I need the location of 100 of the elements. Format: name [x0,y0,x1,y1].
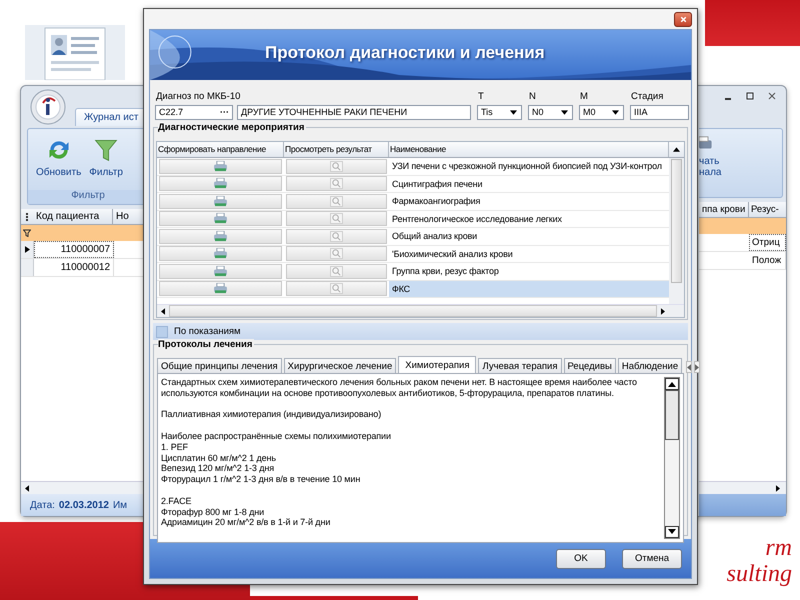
scroll-right-arrow[interactable] [661,308,665,314]
table-row[interactable]: Отриц [699,234,786,252]
view-result-button[interactable] [286,194,387,209]
dropdown[interactable]: Tis [477,105,522,120]
column-header[interactable]: Просмотреть результат [284,142,389,157]
view-result-button[interactable] [286,211,387,226]
filter-row[interactable] [699,218,786,234]
scrollbar[interactable] [664,377,680,539]
tab[interactable]: Хирургическое лечение [284,358,396,373]
table-row[interactable]: ФКС [157,280,669,298]
print-referral-button[interactable] [159,158,282,174]
table-row[interactable]: Полож [699,252,786,270]
tab[interactable]: Химиотерапия [398,356,476,373]
paragraph: 2.FACE Фторафур 800 мг 1-8 дни Адриамицин 20 мг/м^2 в/в в 1-й и 7-й дни [161,496,332,528]
table-row[interactable]: Фармакоангиография [157,193,669,210]
view-result-button[interactable] [286,176,387,192]
view-result-button[interactable] [286,158,387,174]
tab[interactable]: Наблюдение [618,358,682,373]
magnifier-icon [330,178,343,190]
view-result-button[interactable] [286,264,387,279]
table-cell: ФКС [389,280,669,297]
ribbon-button[interactable]: Фильтр [87,135,125,180]
scrollbar-thumb[interactable] [671,159,682,283]
column-header[interactable]: Наименование [389,142,669,157]
table-row[interactable]: 110000012 [21,259,144,277]
column-header[interactable]: Но [113,209,144,224]
table-row[interactable]: Сцинтиграфия печени [157,176,669,193]
print-referral-button[interactable] [159,211,282,226]
scrollbar[interactable] [21,481,144,494]
print-referral-button[interactable] [159,194,282,209]
logo-text: rm [765,535,792,561]
print-referral-button[interactable] [159,228,282,244]
browse-button[interactable]: ··· [217,106,232,119]
dropdown[interactable]: N0 [528,105,573,120]
field-label: T [477,92,485,102]
printer-icon [214,213,227,224]
print-referral-button[interactable] [159,281,282,296]
magnifier-icon [330,196,343,207]
field-label: M [579,92,589,102]
magnifier-icon [330,230,343,242]
cancel-button[interactable]: Отмена [622,548,682,568]
status-label: Дата: [30,500,55,510]
print-referral-button[interactable] [159,246,282,262]
row-indicator[interactable] [21,241,34,258]
column-chooser-icon[interactable] [25,212,29,222]
scroll-left-arrow[interactable] [25,484,29,492]
table-row[interactable]: УЗИ печени с чрезкожной пункционной биопсией под УЗИ-контрол [157,158,669,176]
scrollbar-track[interactable] [669,158,684,304]
column-header[interactable]: Код пациента [33,209,113,224]
diagnosis-field[interactable]: ДРУГИЕ УТОЧНЕННЫЕ РАКИ ПЕЧЕНИ [237,105,471,120]
scrollbar[interactable] [699,481,786,494]
scrollbar-thumb[interactable] [665,390,679,440]
view-result-button[interactable] [286,246,387,262]
column-header[interactable]: Сформировать направление [157,142,284,157]
table-row[interactable]: 'Биохимический анализ крови [157,246,669,263]
ok-button[interactable]: OK [556,548,606,568]
status-label: Им [112,500,128,510]
print-referral-button[interactable] [159,264,282,279]
app-logo-icon [30,89,66,125]
checkbox[interactable] [156,326,168,338]
field-label: N [528,92,537,102]
tab-scroll-left-button[interactable] [686,361,692,373]
print-button[interactable]: чать нала [699,129,722,178]
printer-icon [214,196,227,207]
view-result-button[interactable] [286,228,387,244]
table-cell-text: Группа крви, резус фактор [391,265,500,278]
column-header[interactable]: ппа крови [701,202,749,217]
table-row[interactable]: Группа крви, резус фактор [157,263,669,280]
magnifier-icon [330,160,343,172]
stage-field[interactable]: IIIA [630,105,689,120]
table-cell: Полож [749,252,786,269]
table-row[interactable]: Общий анализ крови [157,228,669,246]
scroll-right-arrow[interactable] [776,484,780,492]
ribbon-tab[interactable]: Журнал ист [75,108,144,126]
magnifier-icon [330,213,343,224]
tab-scroll-right-button[interactable] [694,361,700,373]
printer-icon [214,230,227,242]
table-row[interactable]: 110000007 [21,241,144,259]
tab[interactable]: Лучевая терапия [478,358,562,373]
dropdown-arrow-icon [510,110,517,115]
table-cell: 110000007 [34,241,114,258]
field-label: Диагноз по МКБ-10 [155,92,242,102]
close-button[interactable] [674,12,692,26]
dropdown[interactable]: M0 [579,105,624,120]
left-arrow-icon [687,364,692,370]
print-referral-button[interactable] [159,176,282,192]
table-row[interactable]: Рентгенологическое исследование легких [157,210,669,228]
table-cell-text: Общий анализ крови [391,230,478,244]
tab[interactable]: Общие принципы лечения [157,358,282,373]
column-header[interactable]: Резус- [749,202,786,217]
restore-icon [745,90,755,100]
code-field[interactable]: C22.7 ··· [155,105,233,120]
right-arrow-icon [695,364,700,370]
ribbon-button[interactable]: Обновить [34,135,84,180]
view-result-button[interactable] [286,281,387,296]
text-area[interactable] [157,373,684,543]
dropdown-arrow-icon [561,110,568,115]
scroll-left-arrow[interactable] [161,308,165,314]
printer-icon [214,266,227,277]
tab[interactable]: Рецедивы [564,358,616,373]
